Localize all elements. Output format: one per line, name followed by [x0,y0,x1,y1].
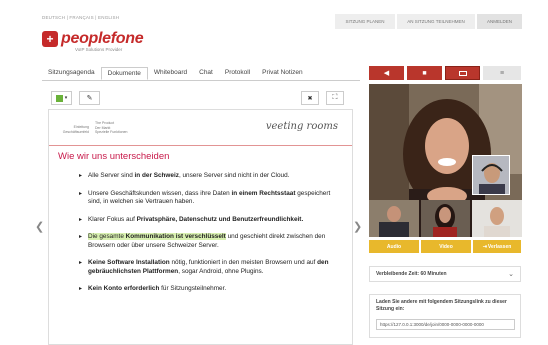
bullet-text-segment: , sogar Android, ohne Plugins. [178,267,264,275]
slide-bullet: Unsere Geschäftskunden wissen, dass ihre… [79,190,341,207]
bullet-text-segment: für Sitzungsteilnehmer. [159,285,227,292]
participant-thumb-man-headset[interactable] [472,155,510,195]
pen-button[interactable]: ✎ [79,91,100,105]
tab-private-notes[interactable]: Privat Notizen [256,67,308,80]
bullet-text-segment: Privatsphäre, Datenschutz und Benutzerfr… [136,215,304,223]
close-icon: ✖ [307,95,313,102]
slide-bullet: Kein Konto erforderlich für Sitzungsteil… [79,285,341,294]
bullet-text-segment: nötig, funktioniert in den meisten Brows… [169,259,318,266]
pen-icon: ✎ [86,95,93,102]
presentation-slide: Einleitung Geschäftsumfeld The Product D… [48,109,353,345]
main-video [369,84,522,237]
tab-protocol[interactable]: Protokoll [219,67,256,80]
top-navigation: SITZUNG PLANEN AN SITZUNG TEILNEHMEN ANM… [333,14,522,29]
participant-thumb-man-suit[interactable] [369,200,419,237]
color-swatch-icon [55,94,63,102]
bullet-text-segment: Klarer Fokus auf [88,215,137,223]
nav-login[interactable]: ANMELDEN [477,14,522,29]
leave-button[interactable]: ⇥ Verlassen [473,240,521,253]
monitor-icon [458,70,467,76]
bullet-text-segment: Kein Konto erforderlich [88,285,160,292]
tab-whiteboard[interactable]: Whiteboard [148,67,193,80]
expand-icon: ⛶ [332,94,338,101]
audio-button[interactable]: Audio [369,240,419,253]
chevron-down-icon: ▾ [64,95,68,101]
veeting-rooms-logo: veeting rooms [265,121,338,132]
logo-text: peoplefone [61,30,144,47]
slide-divider [49,145,352,146]
bullet-text-segment: Unsere Geschäftskunden wissen, dass ihre… [88,189,232,197]
slide-header-section-left: Einleitung Geschäftsumfeld [62,125,89,134]
logo[interactable]: + peoplefone [42,30,144,47]
remaining-time-label: Verbleibende Zeit: 60 Minuten [376,271,447,277]
menu-icon: ≡ [499,69,505,77]
bullet-text-segment: Kommunikation ist verschlüsselt [125,233,226,240]
color-picker-button[interactable]: ▾ [51,91,72,105]
logo-tagline: VoIP Solutions Provider [75,47,123,52]
slide-bullet: Alle Server sind in der Schweiz, unsere … [79,172,341,181]
slide-header: Einleitung Geschäftsumfeld The Product D… [49,110,352,148]
close-document-button[interactable]: ✖ [301,91,319,105]
camera-icon: ■ [422,69,427,77]
video-button[interactable]: Video [421,240,471,253]
slide-bullet: Keine Software Installation nötig, funkt… [79,259,341,276]
tab-bar: Sitzungsagenda Dokumente Whiteboard Chat… [42,67,309,80]
tab-chat[interactable]: Chat [193,67,219,80]
speaker-toggle-button[interactable]: ◀ [369,66,404,80]
more-options-button[interactable]: ≡ [483,66,521,80]
bullet-list: Alle Server sind in der Schweiz, unsere … [79,172,341,303]
chevron-down-icon: ⌄ [508,271,514,278]
nav-plan-meeting[interactable]: SITZUNG PLANEN [335,14,395,29]
slide-bullet: Die gesamte Kommunikation ist verschlüss… [79,233,341,250]
tab-divider [42,80,360,81]
leave-icon: ⇥ [482,243,487,250]
camera-toggle-button[interactable]: ■ [407,66,442,80]
slide-title: Wie wir uns unterscheiden [58,151,170,162]
language-switcher[interactable]: DEUTSCH | FRANÇAIS | ENGLISH [42,15,119,20]
invite-link-field[interactable] [376,319,515,330]
slide-header-section-mid: The Product Der Markt Spezielle Funktion… [95,121,128,134]
prev-slide-arrow[interactable]: ❮ [35,220,44,233]
remaining-time-panel[interactable]: Verbleibende Zeit: 60 Minuten ⌄ [369,266,521,282]
bullet-text-segment: Alle Server sind [88,172,135,179]
screen-share-button[interactable] [445,66,480,80]
next-slide-arrow[interactable]: ❯ [353,220,362,233]
leave-label: Verlassen [487,243,512,250]
bullet-text-segment: , unsere Server sind nicht in der Cloud. [178,172,290,179]
tab-agenda[interactable]: Sitzungsagenda [42,67,101,80]
invite-panel: Laden Sie andere mit folgendem Sitzungsl… [369,294,521,338]
fullscreen-button[interactable]: ⛶ [326,91,344,105]
bullet-text-segment: in einem Rechtsstaat [231,189,296,197]
participant-thumb-woman-dark-hair[interactable] [421,200,470,237]
slide-bullet: Klarer Fokus auf Privatsphäre, Datenschu… [79,216,341,225]
tab-documents[interactable]: Dokumente [100,67,148,80]
invite-text: Laden Sie andere mit folgendem Sitzungsl… [376,299,507,312]
logo-icon: + [42,31,58,47]
speaker-icon: ◀ [383,70,390,77]
bullet-text-segment: in der Schweiz [134,172,179,179]
participant-thumb-young-man[interactable] [472,200,522,237]
bullet-text-segment: Die gesamte [88,233,126,240]
nav-join-meeting[interactable]: AN SITZUNG TEILNEHMEN [397,14,475,29]
bullet-text-segment: Keine Software Installation [88,259,170,266]
